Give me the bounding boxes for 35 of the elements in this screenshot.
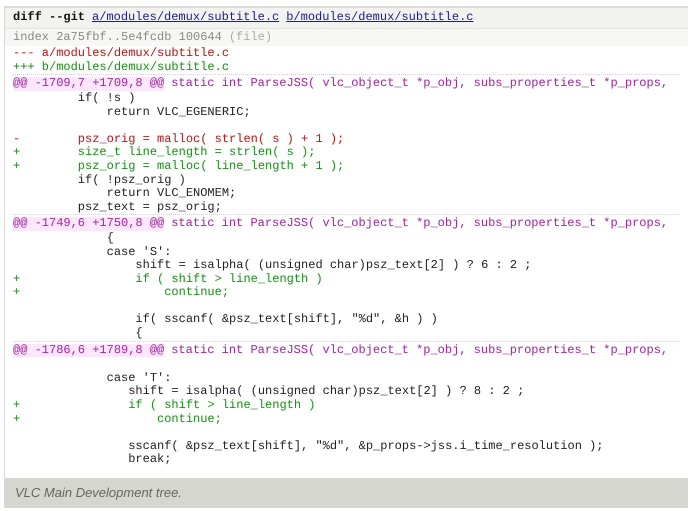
hunk-range: @@ -1786,6 +1789,8 @@ xyxy=(13,344,164,358)
hunk-header: static int ParseJSS( vlc_object_t *p_obj, subs_properties_t *p_props, xyxy=(171,344,668,358)
code-line: + size_t line_length = strlen( s ); xyxy=(13,145,316,160)
to-file-line: +++ b/modules/demux/subtitle.c xyxy=(13,60,230,74)
hunk-header: static int ParseJSS( vlc_object_t *p_obj, subs_properties_t *p_props, xyxy=(171,77,668,91)
code-line: case 'S': xyxy=(106,244,172,258)
code-line: { xyxy=(106,230,114,245)
caption: VLC Main Development tree. xyxy=(15,484,182,502)
index-line: index 2a75fbf..5e4fcdb 100644 xyxy=(13,30,222,44)
code-line: + if ( shift > line_length ) xyxy=(13,398,316,412)
code-line: psz_text = psz_orig; xyxy=(76,200,222,214)
code-line: + psz_orig = malloc( line_length + 1 ); xyxy=(13,158,344,173)
hunk-header: static int ParseJSS( vlc_object_t *p_obj, subs_properties_t *p_props, xyxy=(171,217,668,231)
file-link[interactable]: b/modules/demux/subtitle.c xyxy=(286,11,474,25)
hunk-range: @@ -1749,6 +1750,8 @@ xyxy=(13,217,164,231)
code-line: break; xyxy=(127,452,172,466)
file-mode: (file) xyxy=(228,30,272,44)
code-line: { xyxy=(134,326,143,340)
code-line: if( sscanf( &psz_text[shift], "%d", &h ) ) xyxy=(134,312,438,326)
code-line: - psz_orig = malloc( strlen( s ) + 1 ); xyxy=(13,132,344,146)
hunk-range: @@ -1709,7 +1709,8 @@ xyxy=(13,77,164,91)
diff-command: diff --git xyxy=(13,11,86,25)
code-line: return VLC_ENOMEM; xyxy=(106,186,236,200)
code-line: case 'T': xyxy=(106,370,172,385)
code-line: if( !psz_orig ) xyxy=(76,172,186,187)
code-line: if( !s ) xyxy=(76,90,136,105)
code-line: sscanf( &psz_text[shift], "%d", &p_props->jss.i_time_resolution ); xyxy=(127,438,604,453)
code-line: return VLC_EGENERIC; xyxy=(106,104,251,119)
from-file-line: --- a/modules/demux/subtitle.c xyxy=(13,46,230,60)
code-line: shift = isalpha( (unsigned char)psz_text[2] ) ? 6 : 2 ; xyxy=(134,258,532,272)
code-line: shift = isalpha( (unsigned char)psz_text[2] ) ? 8 : 2 ; xyxy=(127,384,524,398)
code-line: + continue; xyxy=(13,412,222,426)
code-line: + continue; xyxy=(13,285,230,300)
code-line: + if ( shift > line_length ) xyxy=(13,272,323,286)
file-link[interactable]: a/modules/demux/subtitle.c xyxy=(92,11,280,25)
